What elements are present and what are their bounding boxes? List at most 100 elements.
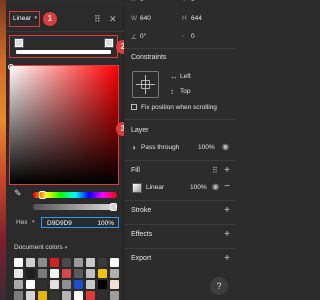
close-icon[interactable]: ✕	[109, 14, 117, 24]
gradient-stop-end[interactable]	[105, 39, 113, 47]
color-swatch[interactable]	[110, 269, 119, 278]
fill-type-dropdown[interactable]: Linear ▾	[9, 11, 40, 27]
chevron-down-icon[interactable]: ▾	[32, 219, 35, 225]
figma-screen: Linear ▾ 1 ⠿ ✕ 2 3 ✎ Hex ▾ D9D9D9 100% D…	[0, 0, 236, 300]
gradient-bar[interactable]	[16, 50, 111, 54]
saturation-brightness-field[interactable]	[8, 64, 119, 185]
divider	[124, 119, 236, 120]
eye-icon[interactable]: ◉	[212, 183, 219, 191]
horizontal-constraint-select[interactable]: Left	[180, 73, 191, 80]
color-swatch[interactable]	[86, 291, 95, 300]
hex-input[interactable]: D9D9D9 100%	[41, 217, 119, 228]
color-swatch[interactable]	[98, 291, 107, 300]
gradient-stop-start[interactable]	[15, 39, 23, 47]
y-value[interactable]: 0	[191, 0, 195, 3]
color-swatch[interactable]	[14, 280, 23, 289]
divider	[124, 224, 236, 225]
divider	[124, 200, 236, 201]
color-swatch[interactable]	[14, 291, 23, 300]
color-swatch[interactable]	[26, 269, 35, 278]
add-effect-button[interactable]: +	[224, 230, 230, 240]
color-swatch[interactable]	[98, 269, 107, 278]
constraints-widget[interactable]	[132, 71, 159, 98]
picker-header: Linear ▾ 1 ⠿ ✕	[6, 6, 124, 32]
divider	[124, 248, 236, 249]
fill-opacity-input[interactable]: 100%	[190, 184, 207, 191]
color-swatch[interactable]	[98, 280, 107, 289]
color-swatch[interactable]	[74, 291, 83, 300]
layer-opacity-input[interactable]: 100%	[198, 144, 215, 151]
color-swatch[interactable]	[14, 258, 23, 267]
color-swatch[interactable]	[38, 258, 47, 267]
stroke-title: Stroke	[131, 207, 152, 214]
color-swatch[interactable]	[110, 258, 119, 267]
color-swatch[interactable]	[50, 291, 59, 300]
blend-mode-select[interactable]: Pass through	[141, 144, 179, 151]
color-swatch[interactable]	[38, 269, 47, 278]
help-button[interactable]: ?	[210, 277, 228, 295]
constraint-v-line[interactable]	[145, 75, 146, 94]
fill-swatch[interactable]	[132, 183, 142, 193]
opacity-slider-handle[interactable]	[110, 203, 117, 211]
export-title: Export	[131, 255, 152, 262]
chevron-down-icon: ▾	[34, 15, 37, 21]
width-input[interactable]: 640	[140, 15, 151, 22]
document-colors-dropdown[interactable]: Document colors ▾	[14, 244, 67, 251]
height-input[interactable]: 644	[191, 15, 202, 22]
color-swatch[interactable]	[26, 258, 35, 267]
blend-mode-icon: ◑	[131, 143, 136, 152]
constraints-title: Constraints	[131, 54, 167, 61]
horizontal-constraint-icon: ↔	[170, 72, 178, 81]
color-swatch[interactable]	[86, 280, 95, 289]
vertical-constraint-select[interactable]: Top	[180, 88, 190, 95]
color-swatch[interactable]	[50, 280, 59, 289]
fill-type-label[interactable]: Linear	[146, 184, 164, 191]
h-label: H	[182, 15, 187, 22]
document-colors-label: Document colors	[14, 244, 63, 251]
fill-type-label: Linear	[13, 15, 32, 22]
color-swatch[interactable]	[110, 291, 119, 300]
color-swatch[interactable]	[62, 291, 71, 300]
fill-title: Fill	[131, 167, 140, 174]
corner-radius-input[interactable]: 0	[191, 33, 195, 40]
color-swatch[interactable]	[50, 269, 59, 278]
color-swatch[interactable]	[26, 291, 35, 300]
color-swatch[interactable]	[74, 269, 83, 278]
fill-styles-icon[interactable]: ⠿	[212, 167, 218, 175]
eyedropper-icon[interactable]: ✎	[14, 188, 22, 199]
add-stroke-button[interactable]: +	[224, 206, 230, 216]
color-swatch[interactable]	[26, 280, 35, 289]
hue-slider[interactable]	[33, 191, 117, 199]
x-value[interactable]: 0	[140, 0, 144, 3]
opacity-slider[interactable]	[33, 203, 117, 211]
color-swatch[interactable]	[38, 280, 47, 289]
color-swatch[interactable]	[86, 258, 95, 267]
color-swatch[interactable]	[98, 258, 107, 267]
color-format-label[interactable]: Hex	[16, 219, 28, 226]
color-swatch[interactable]	[62, 258, 71, 267]
color-swatch[interactable]	[14, 269, 23, 278]
color-picker-popup: Linear ▾ 1 ⠿ ✕ 2 3 ✎ Hex ▾ D9D9D9 100% D…	[6, 6, 130, 300]
color-swatch[interactable]	[50, 258, 59, 267]
eye-icon[interactable]: ◉	[222, 143, 229, 151]
rotation-input[interactable]: 0°	[140, 33, 146, 40]
divider	[124, 160, 236, 161]
color-swatch[interactable]	[74, 258, 83, 267]
color-swatch[interactable]	[62, 269, 71, 278]
callout-badge-1: 1	[43, 12, 57, 26]
gradient-stops-editor[interactable]	[9, 35, 118, 58]
opacity-value[interactable]: 100%	[97, 219, 114, 228]
add-export-button[interactable]: +	[224, 254, 230, 264]
color-swatch[interactable]	[74, 280, 83, 289]
color-swatch[interactable]	[38, 291, 47, 300]
remove-fill-button[interactable]: −	[224, 182, 230, 192]
color-swatch[interactable]	[62, 280, 71, 289]
color-handle[interactable]	[8, 64, 14, 70]
fix-position-checkbox[interactable]	[131, 104, 137, 110]
color-swatch[interactable]	[110, 280, 119, 289]
styles-icon[interactable]: ⠿	[94, 14, 101, 24]
color-swatch[interactable]	[86, 269, 95, 278]
hue-slider-handle[interactable]	[39, 191, 46, 199]
hex-row: Hex ▾ D9D9D9 100%	[6, 216, 124, 230]
add-fill-button[interactable]: +	[224, 166, 230, 176]
